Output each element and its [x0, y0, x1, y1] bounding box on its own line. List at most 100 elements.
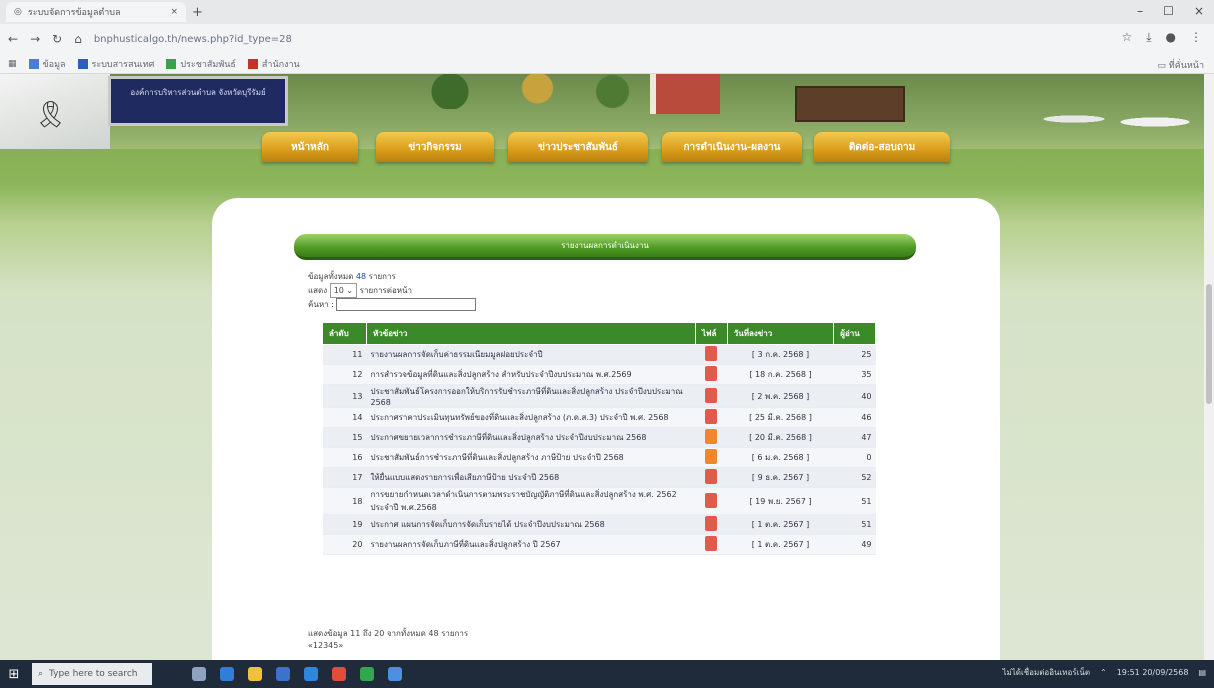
menu-icon[interactable]: ⋮	[1190, 30, 1202, 45]
app-icon[interactable]	[388, 667, 402, 681]
list-controls: ข้อมูลทั้งหมด 48 รายการ แสดง 10 ⌄ รายการ…	[308, 270, 477, 311]
section-title: รายงานผลการดำเนินงาน	[294, 234, 916, 260]
notification-icon[interactable]: ▤	[1198, 668, 1206, 677]
mourning-ribbon-icon: 🎗	[34, 100, 68, 130]
bookmark-item-2[interactable]: ระบบสารสนเทศ	[77, 57, 154, 71]
bookmarks-bar: ▦ ข้อมูล ระบบสารสนเทศ ประชาสัมพันธ์ สำนั…	[0, 54, 1214, 74]
tab-close-icon[interactable]: ×	[170, 7, 178, 17]
row-title-link[interactable]: ประชาสัมพันธ์โครงการออกให้บริการรับชำระภ…	[366, 384, 696, 408]
url-field[interactable]: bnphusticalgo.th/news.php?id_type=28	[94, 34, 292, 45]
row-title-link[interactable]: ประชาสัมพันธ์การชำระภาษีที่ดินและสิ่งปลู…	[366, 447, 696, 468]
doc-file-icon[interactable]	[705, 449, 718, 464]
browser-tabbar: ◎ ระบบจัดการข้อมูลตำบล × + – ☐ ×	[0, 0, 1214, 24]
pdf-file-icon[interactable]	[705, 492, 718, 508]
pagination[interactable]: «12345»	[308, 640, 468, 652]
pdf-file-icon[interactable]	[705, 387, 718, 403]
row-title-link[interactable]: การสำรวจข้อมูลที่ดินและสิ่งปลูกสร้าง สำห…	[366, 364, 696, 385]
apps-icon[interactable]: ▦	[8, 59, 17, 69]
bookmark-item-4[interactable]: สำนักงาน	[247, 57, 300, 71]
nav-home[interactable]: หน้าหลัก	[262, 132, 358, 162]
store-icon[interactable]	[276, 667, 290, 681]
col-date[interactable]: วันที่ลงข่าว	[726, 322, 835, 345]
search-line: ค้นหา :	[308, 298, 477, 311]
row-title-link[interactable]: ประกาศขยายเวลาการชำระภาษีที่ดินและสิ่งปล…	[366, 427, 696, 448]
taskbar-search[interactable]: ⌕ Type here to search	[32, 663, 152, 685]
row-title-link[interactable]: การขยายกำหนดเวลาดำเนินการตามพระราชบัญญัต…	[366, 487, 696, 515]
scrollbar-thumb[interactable]	[1206, 284, 1212, 404]
row-title-link[interactable]: ให้ยื่นแบบแสดงรายการเพื่อเสียภาษีป้าย ปร…	[366, 467, 696, 488]
content-card: รายงานผลการดำเนินงาน ข้อมูลทั้งหมด 48 รา…	[212, 198, 1000, 660]
network-icon[interactable]: ⌃	[1100, 668, 1107, 677]
minimize-button[interactable]: –	[1137, 4, 1143, 18]
back-icon[interactable]: ←	[8, 32, 18, 46]
pdf-file-icon[interactable]	[705, 516, 718, 531]
tab-title: ระบบจัดการข้อมูลตำบล	[27, 8, 121, 18]
pdf-file-icon[interactable]	[705, 366, 718, 381]
home-icon[interactable]: ⌂	[74, 32, 82, 46]
table-row: 13 ประชาสัมพันธ์โครงการออกให้บริการรับชำ…	[322, 384, 876, 408]
line-icon[interactable]	[360, 667, 374, 681]
forward-icon[interactable]: →	[30, 32, 40, 46]
download-icon[interactable]: ⤓	[1146, 30, 1151, 45]
reload-icon[interactable]: ↻	[52, 32, 62, 46]
web-page: องค์การบริหารส่วนตำบล จังหวัดบุรีรัมย์ 🎗…	[0, 74, 1214, 660]
clock[interactable]: 19:51 20/09/2568	[1117, 668, 1189, 677]
table-row: 15 ประกาศขยายเวลาการชำระภาษีที่ดินและสิ่…	[322, 427, 876, 448]
search-input[interactable]	[336, 298, 477, 311]
maximize-button[interactable]: ☐	[1163, 4, 1174, 18]
taskbar-apps	[192, 667, 402, 681]
banner-sign: องค์การบริหารส่วนตำบล จังหวัดบุรีรัมย์	[108, 76, 288, 126]
pdf-file-icon[interactable]	[705, 346, 718, 361]
row-title-link[interactable]: ประกาศราคาประเมินทุนทรัพย์ของที่ดินและสิ…	[366, 407, 696, 428]
banner-bench	[795, 86, 905, 122]
windows-taskbar: ⊞ ⌕ Type here to search ไม่ได้เชื่อมต่ออ…	[0, 660, 1214, 688]
nav-contact[interactable]: ติดต่อ-สอบถาม	[814, 132, 950, 162]
taskbar-search-placeholder: Type here to search	[49, 669, 138, 679]
table-row: 14 ประกาศราคาประเมินทุนทรัพย์ของที่ดินแล…	[322, 407, 876, 428]
close-button[interactable]: ×	[1194, 4, 1204, 18]
page-scrollbar[interactable]	[1204, 74, 1214, 660]
mail-icon[interactable]	[304, 667, 318, 681]
pdf-file-icon[interactable]	[705, 469, 718, 484]
pdf-file-icon[interactable]	[705, 409, 718, 424]
bookmark-item-1[interactable]: ข้อมูล	[28, 57, 66, 71]
table-row: 12 การสำรวจข้อมูลที่ดินและสิ่งปลูกสร้าง …	[322, 364, 876, 385]
bookmark-favicon-icon	[77, 58, 88, 69]
bookmark-star-icon[interactable]: ☆	[1121, 30, 1132, 45]
doc-file-icon[interactable]	[705, 429, 718, 444]
total-count: 48	[355, 272, 367, 281]
bookmark-item-3[interactable]: ประชาสัมพันธ์	[166, 57, 236, 71]
banner-trees	[400, 74, 650, 109]
search-label: ค้นหา :	[308, 300, 334, 309]
all-bookmarks-link[interactable]: ▭ ที่คั่นหน้า	[1157, 58, 1204, 72]
col-reads[interactable]: ผู้อ่าน	[833, 322, 876, 345]
new-tab-button[interactable]: +	[192, 5, 203, 20]
row-title-link[interactable]: รายงานผลการจัดเก็บภาษีที่ดินและสิ่งปลูกส…	[366, 534, 696, 555]
address-bar: ← → ↻ ⌂ bnphusticalgo.th/news.php?id_typ…	[0, 24, 1214, 54]
tray-status[interactable]: ไม่ได้เชื่อมต่ออินเทอร์เน็ต	[1002, 666, 1090, 679]
bookmark-favicon-icon	[166, 58, 177, 69]
row-title-link[interactable]: ประกาศ แผนการจัดเก็บการจัดเก็บรายได้ ประ…	[366, 514, 696, 535]
start-button[interactable]: ⊞	[0, 660, 28, 688]
row-title-link[interactable]: รายงานผลการจัดเก็บค่าธรรมเนียมมูลฝอยประจ…	[366, 344, 696, 365]
task-view-icon[interactable]	[192, 667, 206, 681]
browser-tab[interactable]: ◎ ระบบจัดการข้อมูลตำบล ×	[6, 2, 186, 22]
edge-icon[interactable]	[220, 667, 234, 681]
per-page-select[interactable]: 10 ⌄	[329, 283, 358, 298]
nav-activities[interactable]: ข่าวกิจกรรม	[376, 132, 494, 162]
address-bar-actions: ☆ ⤓ ● ⋮	[1121, 30, 1202, 45]
search-icon: ⌕	[38, 669, 44, 679]
chrome-icon[interactable]	[332, 667, 346, 681]
col-title[interactable]: หัวข้อข่าว	[365, 322, 696, 345]
nav-pr-news[interactable]: ข่าวประชาสัมพันธ์	[508, 132, 648, 162]
col-order[interactable]: ลำดับ	[322, 322, 367, 345]
profile-icon[interactable]: ●	[1166, 30, 1176, 45]
news-table: ลำดับ หัวข้อข่าว ไฟล์ วันที่ลงข่าว ผู้อ่…	[322, 322, 876, 555]
table-row: 19 ประกาศ แผนการจัดเก็บการจัดเก็บรายได้ …	[322, 514, 876, 535]
pdf-file-icon[interactable]	[705, 536, 718, 551]
per-page-line: แสดง 10 ⌄ รายการต่อหน้า	[308, 283, 476, 298]
file-explorer-icon[interactable]	[248, 667, 262, 681]
nav-operations[interactable]: การดำเนินงาน-ผลงาน	[662, 132, 802, 162]
table-row: 18 การขยายกำหนดเวลาดำเนินการตามพระราชบัญ…	[322, 487, 876, 515]
system-tray: ไม่ได้เชื่อมต่ออินเทอร์เน็ต ⌃ 19:51 20/0…	[1002, 666, 1206, 679]
